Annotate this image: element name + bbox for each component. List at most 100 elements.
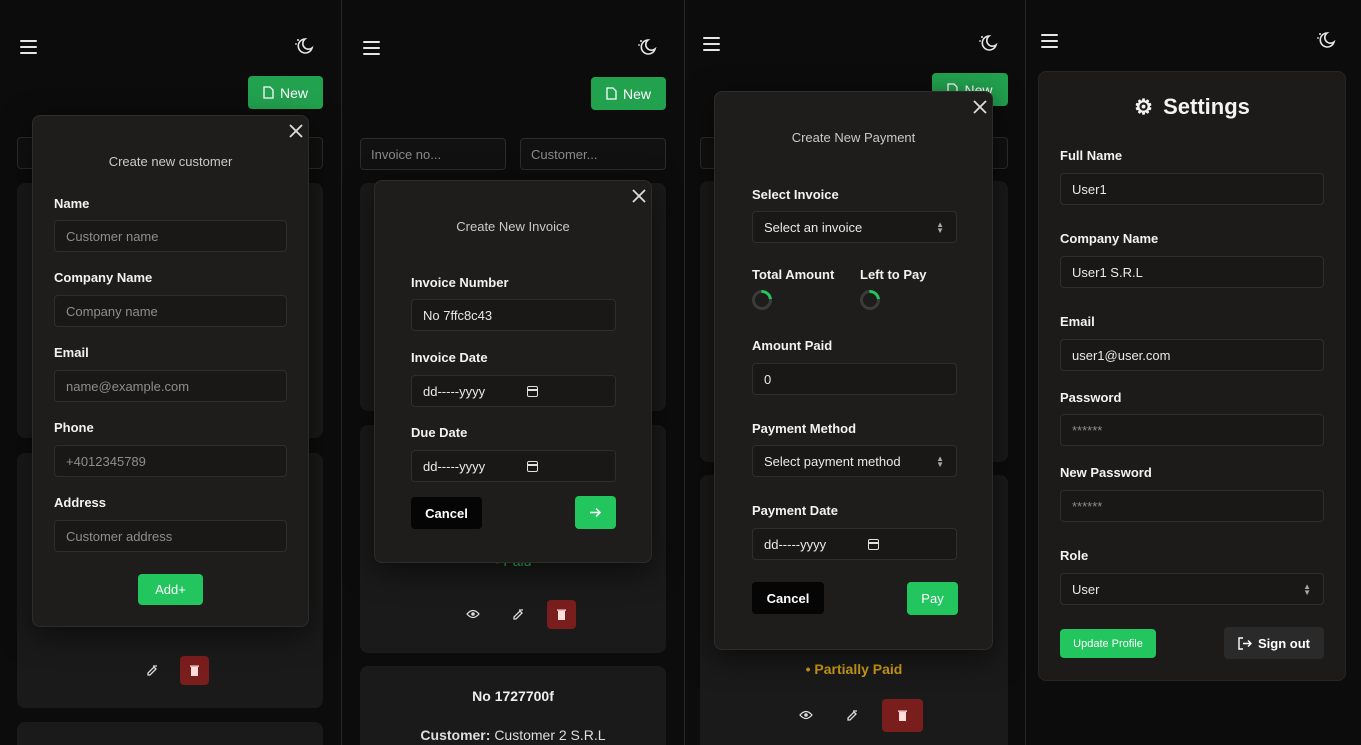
due-date-label: Due Date <box>411 425 468 440</box>
new-password-label: New Password <box>1060 465 1152 480</box>
company-name-label: Company Name <box>1060 231 1159 246</box>
calendar-icon[interactable] <box>527 461 538 472</box>
payment-method-label: Payment Method <box>752 421 857 436</box>
amount-paid-label: Amount Paid <box>752 338 833 353</box>
email-label: Email <box>54 345 89 360</box>
company-name-label: Company Name <box>54 270 153 285</box>
calendar-icon[interactable] <box>527 386 538 397</box>
payment-date-input[interactable]: dd-----yyyy <box>752 528 957 560</box>
delete-button[interactable] <box>547 600 576 629</box>
chevron-updown-icon: ▲ ▼ <box>1303 582 1311 597</box>
amount-paid-input[interactable]: 0 <box>752 363 957 395</box>
update-profile-button[interactable]: Update Profile <box>1060 629 1156 658</box>
invoice-date-value: dd-----yyyy <box>423 383 486 399</box>
email-label: Email <box>1060 314 1095 329</box>
select-invoice-value: Select an invoice <box>764 219 863 235</box>
left-to-pay-label: Left to Pay <box>860 267 927 282</box>
phone-label: Phone <box>54 420 94 435</box>
add-customer-button[interactable]: Add+ <box>138 574 203 605</box>
pay-button[interactable]: Pay <box>907 582 958 615</box>
address-label: Address <box>54 495 107 510</box>
close-icon[interactable] <box>631 188 647 204</box>
edit-icon[interactable] <box>146 664 159 677</box>
theme-toggle-icon[interactable] <box>978 34 998 52</box>
delete-button[interactable] <box>882 699 923 732</box>
calendar-icon[interactable] <box>868 539 879 550</box>
settings-title: Settings <box>1163 94 1250 119</box>
view-icon[interactable] <box>466 609 480 619</box>
name-input[interactable]: Customer name <box>54 220 287 252</box>
payments-panel: New • Partially Paid Create New Payment … <box>685 0 1025 745</box>
delete-button[interactable] <box>180 656 209 685</box>
invoice-date-input[interactable]: dd-----yyyy <box>411 375 616 407</box>
password-input[interactable]: ****** <box>1060 414 1324 446</box>
edit-icon[interactable] <box>846 709 859 722</box>
trash-icon <box>557 609 566 620</box>
cancel-button[interactable]: Cancel <box>752 582 824 614</box>
new-button-label: New <box>622 85 651 102</box>
email-input[interactable]: name@example.com <box>54 370 287 402</box>
edit-icon[interactable] <box>512 608 525 621</box>
invoice-number-label: Invoice Number <box>411 275 509 290</box>
select-invoice-dropdown[interactable]: Select an invoice ▲ ▼ <box>752 211 957 243</box>
customers-panel: New Create new customer Name Customer na… <box>0 0 341 745</box>
left-to-pay-spinner-icon <box>855 285 885 315</box>
phone-input[interactable]: +4012345789 <box>54 445 287 477</box>
settings-panel: ⚙ Settings Full Name User1 Company Name … <box>1026 0 1361 745</box>
invoice-customer: Customer: Customer 2 S.R.L <box>360 727 666 743</box>
new-document-icon <box>606 87 617 100</box>
company-name-input[interactable]: Company name <box>54 295 287 327</box>
customer-card <box>17 722 323 745</box>
gear-icon: ⚙ <box>1134 96 1153 119</box>
view-icon[interactable] <box>799 710 813 720</box>
menu-icon[interactable] <box>363 41 380 59</box>
sign-out-button[interactable]: Sign out <box>1224 627 1324 659</box>
modal-title: Create new customer <box>108 154 233 169</box>
modal-title: Create New Payment <box>791 130 916 145</box>
close-icon[interactable] <box>972 99 988 115</box>
customer-value: Customer 2 S.R.L <box>494 727 606 743</box>
role-label: Role <box>1060 548 1089 563</box>
menu-icon[interactable] <box>1041 34 1058 52</box>
submit-invoice-button[interactable] <box>575 496 616 529</box>
new-customer-button[interactable]: New <box>248 76 323 109</box>
invoice-number-filter[interactable]: Invoice no... <box>360 138 506 170</box>
cancel-button[interactable]: Cancel <box>411 497 482 529</box>
due-date-value: dd-----yyyy <box>423 458 486 474</box>
email-input[interactable]: user1@user.com <box>1060 339 1324 371</box>
payment-method-dropdown[interactable]: Select payment method ▲ ▼ <box>752 445 957 477</box>
due-date-input[interactable]: dd-----yyyy <box>411 450 616 482</box>
name-label: Name <box>54 196 90 211</box>
new-password-input[interactable]: ****** <box>1060 490 1324 522</box>
invoice-number-input[interactable]: No 7ffc8c43 <box>411 299 616 331</box>
theme-toggle-icon[interactable] <box>637 38 657 56</box>
invoice-number: No 1727700f <box>472 688 554 704</box>
role-dropdown[interactable]: User ▲ ▼ <box>1060 573 1324 605</box>
close-icon[interactable] <box>288 123 304 139</box>
payment-method-value: Select payment method <box>764 453 901 469</box>
modal-title: Create New Invoice <box>456 219 570 234</box>
address-input[interactable]: Customer address <box>54 520 287 552</box>
invoices-panel: New Invoice no... Customer... • Paid No … <box>342 0 684 745</box>
menu-icon[interactable] <box>20 40 37 58</box>
payment-status: • Partially Paid <box>805 661 903 677</box>
theme-toggle-icon[interactable] <box>294 37 314 55</box>
full-name-input[interactable]: User1 <box>1060 173 1324 205</box>
chevron-updown-icon: ▲ ▼ <box>936 220 944 235</box>
trash-icon <box>190 665 199 676</box>
theme-toggle-icon[interactable] <box>1316 31 1336 49</box>
customer-filter[interactable]: Customer... <box>520 138 666 170</box>
payment-date-value: dd-----yyyy <box>764 536 827 552</box>
new-document-icon <box>263 86 274 99</box>
total-amount-spinner-icon <box>747 285 777 315</box>
menu-icon[interactable] <box>703 37 720 55</box>
payment-date-label: Payment Date <box>752 503 838 518</box>
select-invoice-label: Select Invoice <box>752 187 839 202</box>
new-invoice-button[interactable]: New <box>591 77 666 110</box>
invoice-card: No 1727700f Customer: Customer 2 S.R.L <box>360 666 666 745</box>
trash-icon <box>898 710 907 721</box>
total-amount-label: Total Amount <box>752 267 835 282</box>
company-name-input[interactable]: User1 S.R.L <box>1060 256 1324 288</box>
settings-card: ⚙ Settings Full Name User1 Company Name … <box>1038 71 1346 681</box>
full-name-label: Full Name <box>1060 148 1123 163</box>
